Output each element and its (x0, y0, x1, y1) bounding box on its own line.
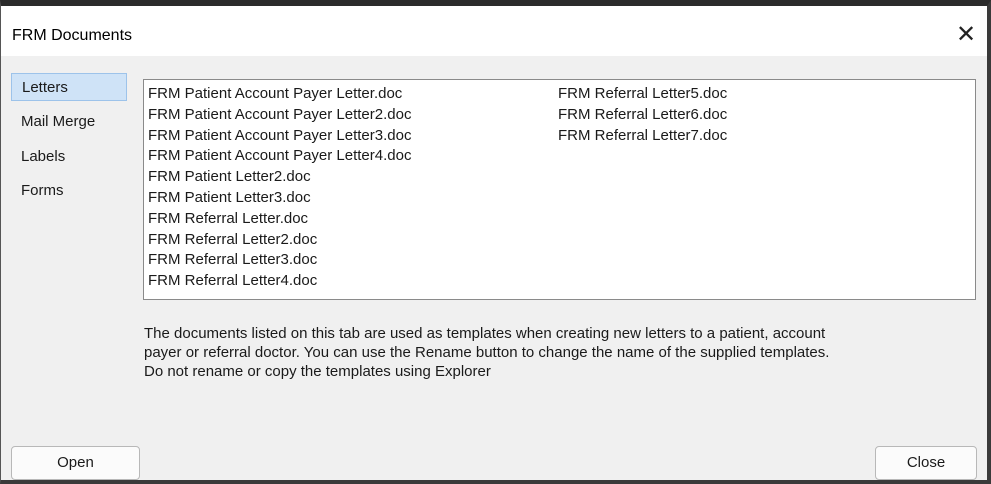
file-list-column-2: FRM Referral Letter5.doc FRM Referral Le… (558, 84, 727, 146)
file-list-column-1: FRM Patient Account Payer Letter.doc FRM… (148, 84, 411, 292)
close-button[interactable]: Close (875, 446, 977, 480)
category-nav: Letters Mail Merge Labels Forms (1, 56, 141, 480)
list-item[interactable]: FRM Referral Letter3.doc (148, 250, 411, 271)
title-bar: FRM Documents ✕ (1, 6, 987, 56)
file-list[interactable]: FRM Patient Account Payer Letter.doc FRM… (143, 79, 976, 300)
open-button[interactable]: Open (11, 446, 140, 480)
list-item[interactable]: FRM Patient Account Payer Letter.doc (148, 84, 411, 105)
list-item[interactable]: FRM Patient Account Payer Letter2.doc (148, 105, 411, 126)
list-item[interactable]: FRM Patient Account Payer Letter4.doc (148, 146, 411, 167)
info-line: Do not rename or copy the templates usin… (144, 363, 491, 380)
nav-item-letters[interactable]: Letters (11, 73, 127, 101)
window-title: FRM Documents (12, 27, 133, 44)
list-item[interactable]: FRM Referral Letter.doc (148, 209, 411, 230)
close-icon[interactable]: ✕ (951, 20, 981, 50)
list-item[interactable]: FRM Patient Letter3.doc (148, 188, 411, 209)
list-item[interactable]: FRM Referral Letter5.doc (558, 84, 727, 105)
list-item[interactable]: FRM Patient Letter2.doc (148, 167, 411, 188)
nav-item-mail-merge[interactable]: Mail Merge (11, 108, 127, 136)
info-text: The documents listed on this tab are use… (144, 324, 964, 381)
list-item[interactable]: FRM Referral Letter6.doc (558, 105, 727, 126)
nav-item-labels[interactable]: Labels (11, 143, 127, 171)
info-line: payer or referral doctor. You can use th… (144, 344, 830, 361)
info-line: The documents listed on this tab are use… (144, 325, 826, 342)
list-item[interactable]: FRM Referral Letter4.doc (148, 271, 411, 292)
frm-documents-dialog: FRM Documents ✕ Letters Mail Merge Label… (0, 0, 991, 484)
list-item[interactable]: FRM Patient Account Payer Letter3.doc (148, 126, 411, 147)
nav-item-forms[interactable]: Forms (11, 177, 127, 205)
list-item[interactable]: FRM Referral Letter7.doc (558, 126, 727, 147)
list-item[interactable]: FRM Referral Letter2.doc (148, 230, 411, 251)
